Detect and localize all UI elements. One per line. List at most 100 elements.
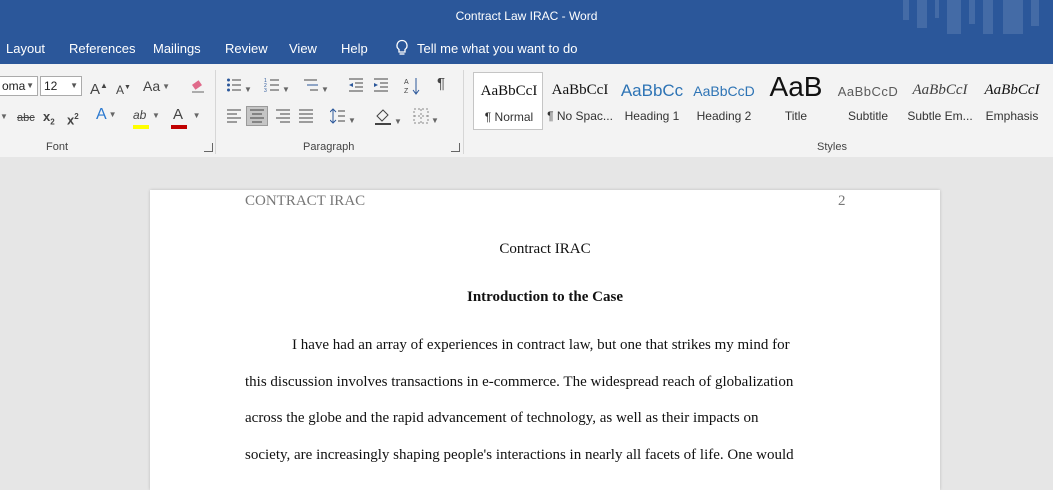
tell-me-label: Tell me what you want to do [417,40,578,56]
tab-layout[interactable]: Layout [6,41,45,56]
document-canvas: CONTRACT IRAC 2 Contract IRAC Introducti… [0,157,1053,490]
highlighter-icon: ab [133,108,147,122]
title-bar-pattern [883,0,1053,34]
borders-icon [413,108,429,124]
shrink-font-icon: A [116,83,125,97]
style-heading-2[interactable]: AaBbCcD Heading 2 [689,72,759,130]
align-center-button[interactable] [246,106,268,126]
style-name: Heading 2 [696,109,752,123]
style-title[interactable]: AaB Title [761,71,831,130]
borders-button[interactable]: ▼ [413,108,439,129]
shading-button[interactable]: ▼ [374,107,402,130]
increase-indent-button[interactable] [373,77,389,97]
group-divider [463,70,464,154]
style-subtitle[interactable]: AaBbCcD Subtitle [833,72,903,130]
decrease-indent-button[interactable] [348,77,364,97]
style-sample: AaBbCcD [837,84,899,99]
align-left-icon [227,109,241,123]
chevron-down-icon: ▼ [70,81,78,90]
subscript-button[interactable]: x2 [43,109,55,131]
style-normal[interactable]: AaBbCcI ¶ Normal [473,72,543,130]
line-spacing-button[interactable]: ▼ [329,108,356,129]
bullets-button[interactable]: ▼ [226,77,252,98]
align-right-button[interactable] [275,109,291,127]
tab-review[interactable]: Review [225,41,268,56]
style-sample: AaBbCcI [912,82,968,98]
highlight-button[interactable]: ab ▼ [133,107,160,129]
style-name: Heading 1 [624,109,680,123]
style-sample: AaBbCcI [984,82,1040,98]
increase-indent-icon [374,78,388,92]
style-sample: AaB [769,71,823,102]
grow-font-button[interactable]: A▲ [90,78,108,98]
document-title: Contract IRAC [499,241,591,257]
eraser-icon [192,80,204,93]
align-right-icon [276,109,290,123]
line-spacing-icon [329,108,345,124]
svg-text:3: 3 [264,88,267,93]
shrink-font-button[interactable]: A▼ [116,80,131,98]
body-line: this discussion involves transactions in… [245,374,794,390]
paint-bucket-icon [375,109,391,125]
multilevel-list-icon [304,79,318,91]
style-heading-1[interactable]: AaBbCc Heading 1 [617,72,687,130]
sort-icon: AZ [404,78,420,95]
superscript-button[interactable]: x2 [67,109,79,128]
grow-font-icon: A [90,81,101,98]
lightbulb-icon [396,39,408,55]
body-line: across the globe and the rapid advanceme… [245,410,759,426]
justify-icon [299,109,313,123]
page-number: 2 [838,193,846,209]
tab-help[interactable]: Help [341,41,368,56]
multilevel-list-button[interactable]: ▼ [303,77,329,98]
numbering-button[interactable]: 1 2 3 ▼ [264,77,290,98]
bullet-list-icon [227,78,241,92]
paragraph-group-label: Paragraph [303,141,355,153]
chevron-down-icon: ▼ [26,81,34,90]
paragraph-dialog-launcher-icon[interactable] [451,143,460,152]
body-line: I have had an array of experiences in co… [292,337,790,353]
change-case-button[interactable]: Aa ▼ [143,78,170,95]
font-name-box[interactable]: oma ▼ [0,76,38,96]
font-color-button[interactable]: A ▼ [171,107,201,129]
decrease-indent-icon [349,78,363,92]
text-effects-icon: A [96,106,107,124]
align-center-icon [250,109,264,123]
ribbon-tabs: Layout References Mailings Review View H… [0,34,1053,64]
style-emphasis[interactable]: AaBbCcI Emphasis [977,72,1047,130]
show-hide-marks-button[interactable]: ¶ [437,76,445,92]
align-left-button[interactable] [226,109,242,127]
justify-button[interactable] [298,109,314,127]
tab-mailings[interactable]: Mailings [153,41,201,56]
font-color-bar [171,125,187,129]
style-sample: AaBbCcI [551,82,609,98]
style-sample: AaBbCcI [480,83,538,99]
sort-button[interactable]: AZ [404,77,420,99]
style-no-spacing[interactable]: AaBbCcI ¶ No Spac... [545,72,615,130]
text-effects-button[interactable]: A ▼ [96,107,117,123]
style-name: Emphasis [985,109,1039,123]
font-size-box[interactable]: 12 ▼ [40,76,82,96]
highlight-color-bar [133,125,149,129]
document-page[interactable]: CONTRACT IRAC 2 Contract IRAC Introducti… [150,190,940,490]
body-line: society, are increasingly shaping people… [245,447,794,463]
strikethrough-button[interactable]: abc [17,110,35,126]
chevron-down-icon[interactable]: ▼ [0,108,8,125]
clear-formatting-button[interactable] [190,78,206,98]
font-group-label: Font [46,141,69,153]
page-header-text: CONTRACT IRAC [245,193,366,209]
group-divider [215,70,216,154]
font-dialog-launcher-icon[interactable] [204,143,213,152]
tab-references[interactable]: References [69,41,135,56]
style-name: ¶ No Spac... [547,109,613,123]
font-size-value: 12 [44,79,58,93]
font-name-value: oma [2,79,26,93]
style-name: Subtle Em... [907,109,973,123]
style-name: ¶ Normal [484,110,534,124]
svg-text:Z: Z [404,88,409,95]
style-subtle-emphasis[interactable]: AaBbCcI Subtle Em... [905,72,975,130]
tell-me-search[interactable]: Tell me what you want to do [395,39,577,57]
style-sample: AaBbCcD [693,83,755,99]
styles-group-label: Styles [817,141,847,153]
tab-view[interactable]: View [289,41,317,56]
